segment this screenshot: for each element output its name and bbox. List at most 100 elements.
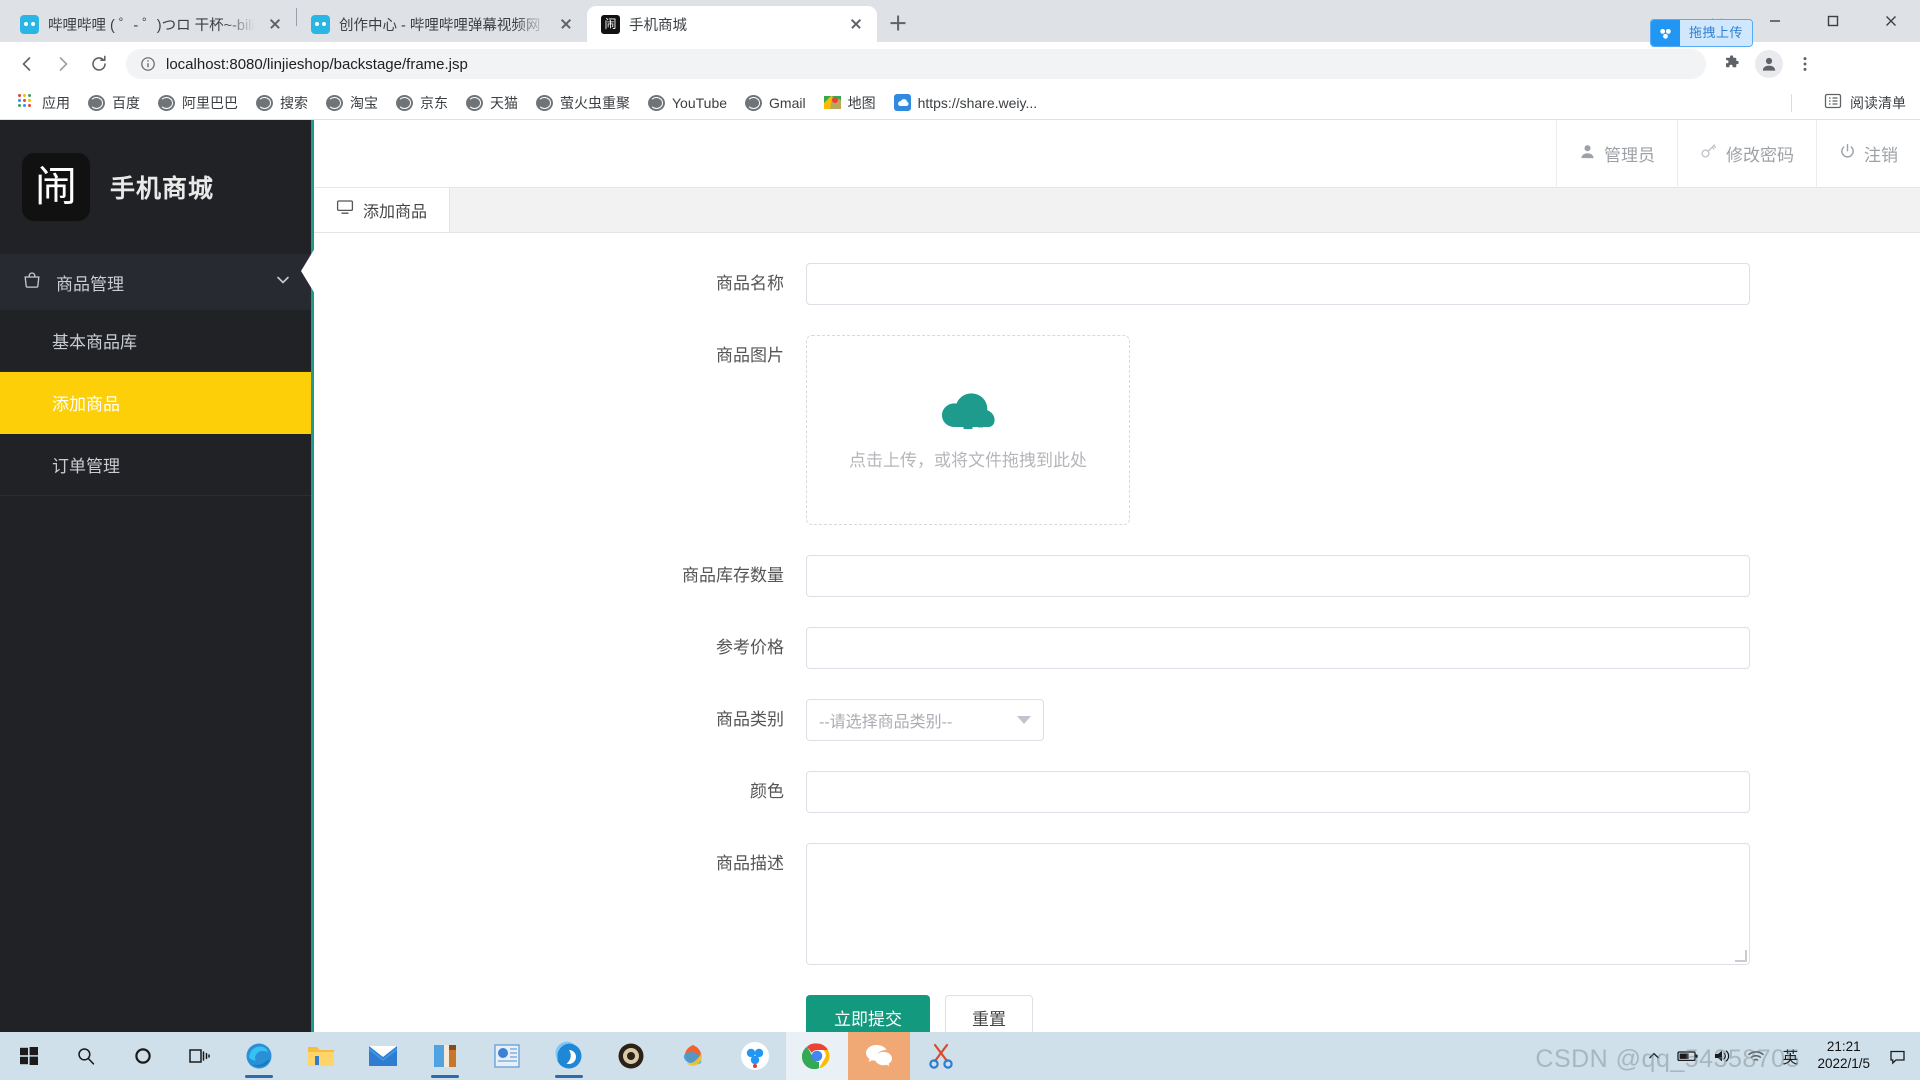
chrome-menu-icon[interactable] <box>1788 47 1822 81</box>
clock-date: 2022/1/5 <box>1817 1056 1870 1071</box>
maximize-icon[interactable] <box>1804 0 1862 42</box>
top-bar: 管理员 修改密码 注销 <box>314 120 1920 188</box>
taskbar-app-snip[interactable] <box>910 1032 972 1080</box>
sidebar-item-basic-product-library[interactable]: 基本商品库 <box>0 310 314 372</box>
tab-add-product[interactable]: 添加商品 <box>314 188 451 232</box>
bookmark-alibaba[interactable]: 阿里巴巴 <box>150 89 246 117</box>
close-window-icon[interactable] <box>1862 0 1920 42</box>
bookmark-taobao[interactable]: 淘宝 <box>318 89 386 117</box>
avatar[interactable] <box>1755 50 1783 78</box>
bookmarks-bar: 应用 百度 阿里巴巴 搜索 淘宝 京东 天猫 萤火虫重聚 YouTube Gma… <box>0 86 1920 120</box>
bookmark-baidu[interactable]: 百度 <box>80 89 148 117</box>
product-image-dropzone[interactable]: 点击上传，或将文件拖拽到此处 <box>806 334 1130 525</box>
globe-icon <box>326 94 343 111</box>
reading-list-button[interactable]: 阅读清单 <box>1824 92 1906 113</box>
bookmark-label: 天猫 <box>490 94 518 111</box>
reload-icon[interactable] <box>82 47 116 81</box>
extensions-icon[interactable] <box>1716 47 1750 81</box>
sidebar-item-order-management[interactable]: 订单管理 <box>0 434 314 496</box>
globe-icon <box>396 94 413 111</box>
task-view-icon[interactable] <box>171 1032 228 1080</box>
sidebar-group-product-management[interactable]: 商品管理 <box>0 254 314 310</box>
product-name-input[interactable] <box>806 262 1750 305</box>
address-bar[interactable]: localhost:8080/linjieshop/backstage/fram… <box>126 49 1706 79</box>
bookmark-tmall[interactable]: 天猫 <box>458 89 526 117</box>
clock-time: 21:21 <box>1826 1039 1861 1055</box>
netdisk-icon <box>1650 20 1680 46</box>
bookmark-weiyun[interactable]: https://share.weiy... <box>886 90 1046 115</box>
netdisk-tooltip-label: 拖拽上传 <box>1679 20 1752 46</box>
system-tray: 英 21:21 2022/1/5 <box>1637 1032 1920 1080</box>
close-icon[interactable] <box>845 13 867 35</box>
notifications-icon[interactable] <box>1880 1032 1914 1080</box>
taskbar-app-outlook[interactable] <box>538 1032 600 1080</box>
taskbar-running-indicator <box>431 1075 459 1078</box>
info-icon[interactable] <box>140 56 156 72</box>
brand-block: 闹 手机商城 <box>0 120 314 254</box>
ime-indicator[interactable]: 英 <box>1773 1032 1807 1080</box>
wifi-icon[interactable] <box>1739 1032 1773 1080</box>
profile-avatar[interactable] <box>1752 47 1786 81</box>
taskbar-running-indicator <box>555 1075 583 1078</box>
taskbar-clock[interactable]: 21:21 2022/1/5 <box>1807 1039 1880 1073</box>
taskbar-app-netdisk[interactable] <box>724 1032 786 1080</box>
new-tab-button[interactable] <box>881 6 915 40</box>
bookmark-maps[interactable]: 地图 <box>816 89 884 117</box>
content-tab-bar: 添加商品 <box>314 188 1920 233</box>
taskbar-app-store[interactable] <box>414 1032 476 1080</box>
taskbar-app-ppt[interactable] <box>476 1032 538 1080</box>
browser-tab-1[interactable]: 哔哩哔哩 ( ゜- ゜)つロ 干杯~-bili <box>6 6 296 42</box>
topbar-item-logout[interactable]: 注销 <box>1816 120 1920 188</box>
topbar-item-admin[interactable]: 管理员 <box>1556 120 1677 188</box>
bookmark-search[interactable]: 搜索 <box>248 89 316 117</box>
reset-button[interactable]: 重置 <box>945 994 1033 1032</box>
bookmark-label: 京东 <box>420 94 448 111</box>
close-icon[interactable] <box>264 13 286 35</box>
close-icon[interactable] <box>555 13 577 35</box>
taskbar-app-game[interactable] <box>600 1032 662 1080</box>
topbar-item-change-password[interactable]: 修改密码 <box>1677 120 1816 188</box>
form-label: 商品类别 <box>716 709 784 729</box>
battery-icon[interactable] <box>1671 1032 1705 1080</box>
product-color-input[interactable] <box>806 770 1750 813</box>
product-description-textarea[interactable] <box>806 842 1750 965</box>
taskbar-app-chrome[interactable] <box>786 1032 848 1080</box>
taskbar-app-photos[interactable] <box>662 1032 724 1080</box>
netdisk-upload-tooltip[interactable]: 拖拽上传 <box>1650 20 1752 46</box>
bookmark-youtube[interactable]: YouTube <box>640 91 735 115</box>
browser-tab-3[interactable]: 闹 手机商城 <box>587 6 877 42</box>
bookmark-jd[interactable]: 京东 <box>388 89 456 117</box>
cortana-icon[interactable] <box>114 1032 171 1080</box>
user-icon <box>1579 143 1596 165</box>
form-label: 颜色 <box>750 781 784 801</box>
volume-icon[interactable] <box>1705 1032 1739 1080</box>
windows-start-icon[interactable] <box>0 1032 57 1080</box>
form-label: 商品名称 <box>716 273 784 293</box>
tab-strip: 哔哩哔哩 ( ゜- ゜)つロ 干杯~-bili 创作中心 - 哔哩哔哩弹幕视频网… <box>0 0 1920 42</box>
browser-tab-2[interactable]: 创作中心 - 哔哩哔哩弹幕视频网 <box>297 6 587 42</box>
product-category-select[interactable]: --请选择商品类别-- <box>806 698 1044 741</box>
sidebar-item-add-product[interactable]: 添加商品 <box>0 372 314 434</box>
bookmark-label: Gmail <box>769 94 806 111</box>
search-icon[interactable] <box>57 1032 114 1080</box>
bookmark-firefly[interactable]: 萤火虫重聚 <box>528 89 638 117</box>
form-row-product-stock: 商品库存数量 <box>314 554 1920 597</box>
taskbar-app-mail[interactable] <box>352 1032 414 1080</box>
chevron-up-icon[interactable] <box>1637 1032 1671 1080</box>
bookmark-apps[interactable]: 应用 <box>10 89 78 117</box>
sidebar-group-label: 商品管理 <box>56 274 124 294</box>
cloud-upload-icon <box>940 389 996 438</box>
back-icon[interactable] <box>10 47 44 81</box>
product-price-input[interactable] <box>806 626 1750 669</box>
form-label: 商品图片 <box>716 345 784 365</box>
taskbar-app-edge[interactable] <box>228 1032 290 1080</box>
product-stock-input[interactable] <box>806 554 1750 597</box>
bookmark-gmail[interactable]: Gmail <box>737 91 814 115</box>
form-row-product-description: 商品描述 <box>314 842 1920 965</box>
submit-button[interactable]: 立即提交 <box>806 994 930 1032</box>
reading-list-icon <box>1824 92 1842 113</box>
taskbar-app-file-explorer[interactable] <box>290 1032 352 1080</box>
forward-icon[interactable] <box>46 47 80 81</box>
minimize-icon[interactable] <box>1746 0 1804 42</box>
taskbar-app-wechat[interactable] <box>848 1032 910 1080</box>
